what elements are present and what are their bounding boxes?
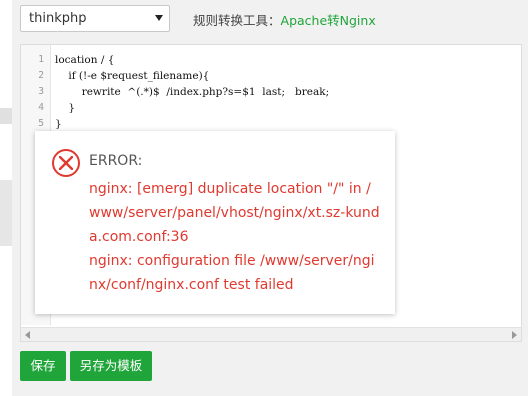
save-button[interactable]: 保存 <box>20 351 66 381</box>
left-panel-stripe <box>0 180 12 246</box>
caret-down-icon <box>155 15 163 21</box>
line-number: 5 <box>38 118 44 129</box>
line-number: 1 <box>38 54 44 65</box>
line-number: 3 <box>38 86 44 97</box>
left-panel-edge <box>0 0 12 396</box>
error-dialog: ERROR: nginx: [emerg] duplicate location… <box>35 131 395 314</box>
error-message-line: nginx: [emerg] duplicate location "/" in… <box>89 181 380 245</box>
rule-conversion-label: 规则转换工具： <box>193 13 281 28</box>
error-title: ERROR: <box>89 153 143 169</box>
rule-conversion-tool: 规则转换工具：Apache转Nginx <box>193 10 376 29</box>
code-line: location / { <box>55 54 115 66</box>
horizontal-scrollbar[interactable] <box>21 327 521 341</box>
arrow-left-icon[interactable] <box>25 331 30 339</box>
error-message: nginx: [emerg] duplicate location "/" in… <box>89 177 381 297</box>
code-line: } <box>55 118 62 130</box>
template-select-value: thinkphp <box>29 11 87 26</box>
arrow-right-icon[interactable] <box>512 331 517 339</box>
line-number: 2 <box>38 70 44 81</box>
error-circle-x-icon <box>52 149 80 177</box>
template-select[interactable]: thinkphp <box>20 5 170 32</box>
code-line: rewrite ^(.*)$ /index.php?s=$1 last; bre… <box>55 86 330 98</box>
left-panel-stripe <box>0 108 12 124</box>
code-line: if (!-e $request_filename){ <box>55 70 210 82</box>
line-number: 4 <box>38 102 44 113</box>
apache-to-nginx-link[interactable]: Apache转Nginx <box>281 13 376 28</box>
error-message-line: nginx: configuration file /www/server/ng… <box>89 253 375 293</box>
code-line: } <box>55 102 76 114</box>
code-content[interactable]: location / { if (!-e $request_filename){… <box>55 52 329 132</box>
save-as-template-button[interactable]: 另存为模板 <box>70 351 152 381</box>
